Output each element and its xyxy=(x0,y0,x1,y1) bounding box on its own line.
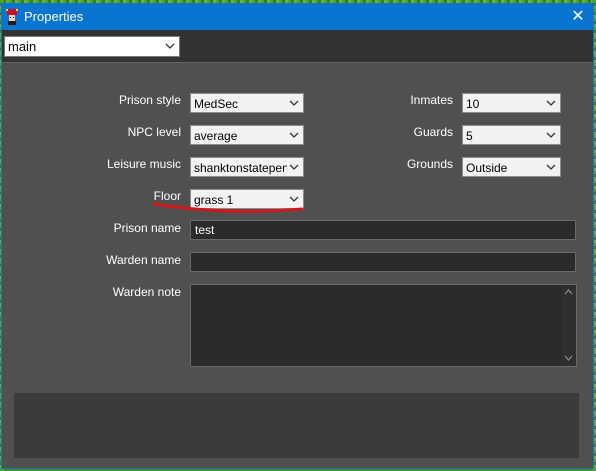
jester-icon xyxy=(6,9,18,25)
npc-level-value: average xyxy=(194,129,238,143)
close-button[interactable]: ✕ xyxy=(563,4,593,30)
guards-label: Guards xyxy=(413,125,453,139)
leisure-music-label: Leisure music xyxy=(106,157,181,171)
inmates-label: Inmates xyxy=(410,93,453,107)
inmates-select[interactable]: 10 xyxy=(462,93,561,113)
warden-name-label: Warden name xyxy=(106,253,181,267)
chevron-down-icon xyxy=(289,100,299,106)
inmates-value: 10 xyxy=(466,97,480,111)
red-underline-annotation xyxy=(152,202,304,213)
chevron-down-icon xyxy=(289,132,299,138)
warden-note-label: Warden note xyxy=(112,285,181,299)
warden-name-input[interactable] xyxy=(190,252,576,272)
prison-style-label: Prison style xyxy=(118,93,181,107)
grounds-label: Grounds xyxy=(406,157,453,171)
prison-name-value: test xyxy=(195,223,215,237)
properties-dialog: Properties ✕ main Prison style NPC level… xyxy=(1,3,594,469)
chevron-down-icon xyxy=(546,132,556,138)
npc-level-label: NPC level xyxy=(127,125,181,139)
toolbar: main xyxy=(2,30,593,62)
leisure-music-select[interactable]: shanktonstatepen xyxy=(190,157,304,177)
prison-name-label: Prison name xyxy=(113,221,181,235)
scroll-up-arrow-icon[interactable] xyxy=(564,288,573,295)
prison-style-select[interactable]: MedSec xyxy=(190,93,304,113)
grounds-select[interactable]: Outside xyxy=(462,157,561,177)
grounds-value: Outside xyxy=(466,161,508,175)
prison-style-value: MedSec xyxy=(194,97,239,111)
npc-level-select[interactable]: average xyxy=(190,125,304,145)
info-panel xyxy=(14,393,579,458)
guards-select[interactable]: 5 xyxy=(462,125,561,145)
leisure-music-value: shanktonstatepen xyxy=(194,161,287,175)
warden-note-textarea[interactable] xyxy=(190,284,577,367)
chevron-down-icon xyxy=(165,43,175,49)
close-icon: ✕ xyxy=(571,8,585,25)
chevron-down-icon xyxy=(546,164,556,170)
prison-name-input[interactable]: test xyxy=(190,220,576,240)
section-select-value: main xyxy=(8,39,37,54)
chevron-down-icon xyxy=(289,164,299,170)
title-bar[interactable]: Properties ✕ xyxy=(2,4,593,30)
section-select[interactable]: main xyxy=(4,36,180,57)
window-title: Properties xyxy=(24,9,84,24)
scroll-down-arrow-icon[interactable] xyxy=(564,355,573,362)
guards-value: 5 xyxy=(466,129,473,143)
toolbar-divider xyxy=(2,62,593,63)
chevron-down-icon xyxy=(546,100,556,106)
warden-note-scrollbar[interactable] xyxy=(561,285,576,366)
